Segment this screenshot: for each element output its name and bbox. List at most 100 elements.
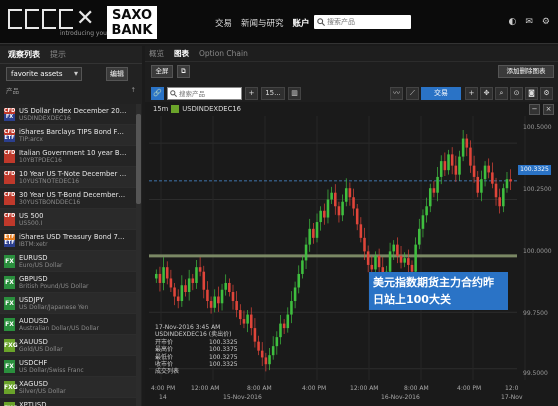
- candle-body: [428, 188, 432, 207]
- zoom-icon[interactable]: ⌕: [495, 87, 508, 100]
- candle-body: [388, 251, 392, 272]
- instrument-name: US 500: [19, 211, 44, 220]
- candle-body: [239, 310, 242, 320]
- candle-body: [487, 165, 490, 173]
- candle-body: [293, 287, 297, 302]
- candle-body: [370, 264, 374, 270]
- settings-gear-icon[interactable]: ⚙: [542, 17, 550, 27]
- watchlist-row[interactable]: FXG XAGUSD Silver/US Dollar: [0, 377, 136, 398]
- move-icon[interactable]: ✥: [480, 87, 493, 100]
- edit-watchlist-button[interactable]: 编辑: [106, 67, 128, 81]
- add-chart-button[interactable]: 添加删除图表: [498, 65, 554, 78]
- nav-news-research[interactable]: 新闻与研究: [241, 17, 284, 29]
- watchlist-row[interactable]: FXG XAUUSD Gold/US Dollar: [0, 335, 136, 356]
- candle-body: [410, 264, 414, 272]
- candle-body: [348, 188, 352, 198]
- tab-watchlist[interactable]: 观察列表: [8, 49, 40, 60]
- reset-zoom-icon[interactable]: ⊙: [510, 87, 523, 100]
- candle-body: [432, 188, 436, 193]
- tab-chart[interactable]: 图表: [174, 48, 189, 59]
- instrument-name: XPTUSD: [19, 400, 47, 406]
- watchlist-row[interactable]: CFD US 500 US500.I: [0, 209, 136, 230]
- instrument-symbol: Gold/US Dollar: [19, 345, 63, 353]
- candle-body: [275, 337, 279, 347]
- saxo-bank-logo[interactable]: SAXO BANK: [107, 6, 157, 39]
- watchlist-scrollbar[interactable]: [136, 104, 141, 406]
- tab-overview[interactable]: 概览: [149, 48, 164, 59]
- tab-alerts[interactable]: 提示: [50, 49, 66, 60]
- watchlist-row[interactable]: CFD 10 Year US T-Note December 2... 10YUST…: [0, 167, 136, 188]
- candle-body: [231, 292, 235, 302]
- fullscreen-button[interactable]: 全屏: [151, 65, 173, 78]
- watchlist-row[interactable]: FX AUDUSD Australian Dollar/US Dollar: [0, 314, 136, 335]
- candle-body: [323, 210, 326, 218]
- instrument-name: XAUUSD: [19, 337, 48, 346]
- chart-symbol-search[interactable]: [167, 87, 242, 100]
- global-search-input[interactable]: [327, 18, 407, 26]
- popout-icon[interactable]: ⧉: [177, 65, 190, 78]
- interval-select[interactable]: 15...: [261, 87, 285, 100]
- trade-button[interactable]: 交易: [421, 87, 461, 100]
- instrument-type-icon: CFD ETF: [4, 128, 16, 142]
- line-tool-icon[interactable]: ⟋: [406, 87, 419, 100]
- chart-settings-gear-icon[interactable]: ⚙: [540, 87, 553, 100]
- candle-body: [217, 296, 220, 304]
- sort-arrow-icon[interactable]: ↑: [131, 86, 136, 94]
- instrument-type-icon: FXG: [4, 380, 18, 394]
- instrument-name: Italian Government 10 year BT...: [19, 148, 127, 157]
- candle-body: [206, 289, 209, 302]
- tab-option-chain[interactable]: Option Chain: [199, 49, 248, 58]
- camera-icon[interactable]: ◙: [525, 87, 538, 100]
- instrument-name: 30 Year US T-Bond December 2...: [19, 190, 127, 199]
- candle-body: [191, 278, 195, 283]
- candle-body: [480, 179, 483, 193]
- instrument-symbol: US500.I: [19, 219, 43, 227]
- column-product[interactable]: 产品: [6, 85, 19, 95]
- watchlist-row[interactable]: ETF ETF iShares USD Treasury Bond 7-10 IBTM…: [0, 230, 136, 251]
- candle-body: [403, 258, 406, 263]
- instrument-type-icon: CFD FX: [4, 107, 16, 121]
- watchlist-row[interactable]: CFD Italian Government 10 year BT... 10YBT…: [0, 146, 136, 167]
- candle-body: [443, 161, 447, 171]
- candle-body: [421, 215, 425, 229]
- candle-body: [352, 197, 355, 209]
- y-tick: 100.2500: [523, 186, 552, 193]
- watchlist-row[interactable]: FX EURUSD Euro/US Dollar: [0, 251, 136, 272]
- instrument-type-icon: FXG: [4, 338, 18, 352]
- chart-search-input[interactable]: [179, 89, 239, 98]
- candle-body: [173, 287, 176, 297]
- candle-body: [392, 244, 396, 252]
- instrument-tabs: 概览 图表 Option Chain: [145, 46, 558, 62]
- global-search[interactable]: [314, 15, 411, 29]
- drawing-tool-icon[interactable]: 〰: [390, 87, 403, 100]
- theme-toggle-icon[interactable]: ◐: [509, 17, 517, 27]
- instrument-name: GBPUSD: [19, 274, 48, 283]
- candle-body: [341, 201, 344, 216]
- instrument-name: XAGUSD: [19, 379, 48, 388]
- watchlist-row[interactable]: FX GBPUSD British Pound/US Dollar: [0, 272, 136, 293]
- candle-body: [162, 267, 165, 283]
- crosshair-icon[interactable]: +: [465, 87, 478, 100]
- watchlist-row[interactable]: CFD FX US Dollar Index December 2016 USDIND…: [0, 104, 136, 125]
- add-indicator-button[interactable]: +: [245, 87, 258, 100]
- link-icon[interactable]: 🔗: [151, 87, 164, 100]
- instrument-symbol: Australian Dollar/US Dollar: [19, 324, 99, 332]
- watchlist-row[interactable]: FXGXPTUSDPlatinum/US Dollar: [0, 398, 136, 406]
- watchlist-row[interactable]: FX USDJPY US Dollar/Japanese Yen: [0, 293, 136, 314]
- watchlist-panel: 观察列表 提示 favorite assets 编辑 产品 ↑ CFDFXUS …: [0, 46, 142, 406]
- candle-body: [301, 260, 304, 274]
- price-chart[interactable]: 15m USDINDEXDEC16 − × 100.5000 100.2500 …: [145, 102, 558, 406]
- watchlist-select[interactable]: favorite assets: [6, 67, 82, 81]
- mail-icon[interactable]: ✉: [525, 17, 533, 27]
- instrument-type-icon: FX: [4, 254, 15, 268]
- nav-trade[interactable]: 交易: [215, 17, 232, 29]
- candle-body: [213, 296, 217, 308]
- candle-body: [176, 296, 180, 302]
- nav-account[interactable]: 账户: [293, 17, 310, 29]
- watchlist-row[interactable]: CFD 30 Year US T-Bond December 2... 30YUST…: [0, 188, 136, 209]
- chart-type-icon[interactable]: ▥: [288, 87, 301, 100]
- candle-body: [465, 138, 469, 148]
- watchlist-row[interactable]: FX USDCHF US Dollar/Swiss Franc: [0, 356, 136, 377]
- watchlist-row[interactable]: CFD ETF iShares Barclays TIPS Bond Fu... TI…: [0, 125, 136, 146]
- candle-body: [282, 323, 286, 329]
